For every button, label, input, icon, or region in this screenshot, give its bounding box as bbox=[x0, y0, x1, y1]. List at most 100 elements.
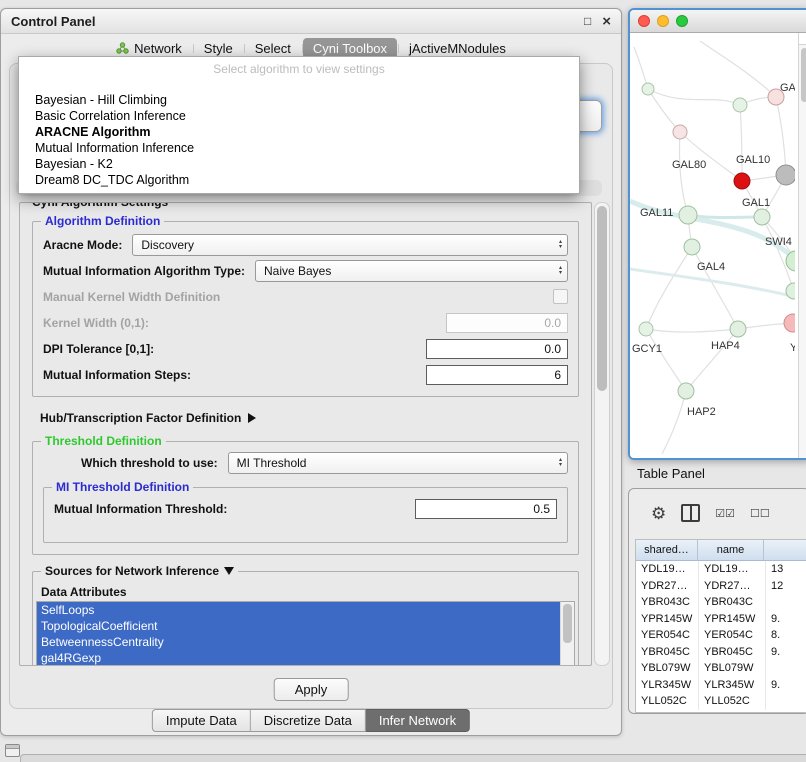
mi-steps-field[interactable]: 6 bbox=[426, 365, 568, 385]
dpi-tolerance-label: DPI Tolerance [0,1]: bbox=[43, 342, 154, 356]
which-threshold-select[interactable]: MI Threshold ▴▾ bbox=[228, 452, 568, 474]
cyni-algorithm-settings-title: Cyni Algorithm Settings bbox=[28, 202, 172, 209]
apply-button[interactable]: Apply bbox=[274, 678, 349, 701]
settings-vertical-scrollbar[interactable] bbox=[594, 202, 610, 666]
deselect-all-checkboxes-icon[interactable]: ☐☐ bbox=[750, 507, 770, 520]
table-row[interactable]: YBR043CYBR043C bbox=[636, 594, 806, 611]
table-row[interactable]: YLL052CYLL052C bbox=[636, 693, 806, 710]
table-row[interactable]: YER054CYER054C8. bbox=[636, 627, 806, 644]
columns-icon[interactable] bbox=[681, 504, 700, 522]
data-attribute-item[interactable]: SelfLoops bbox=[37, 602, 561, 618]
algorithm-option[interactable]: Mutual Information Inference bbox=[19, 140, 579, 156]
sources-group: Sources for Network Inference Data Attri… bbox=[32, 571, 579, 666]
network-edge[interactable] bbox=[646, 329, 686, 391]
table-row[interactable]: YDL19…YDL19…13 bbox=[636, 561, 806, 578]
network-edge[interactable] bbox=[686, 329, 738, 391]
network-edge[interactable] bbox=[680, 132, 742, 181]
manual-kernel-row: Manual Kernel Width Definition bbox=[43, 284, 568, 309]
network-node[interactable] bbox=[642, 83, 654, 95]
network-edge[interactable] bbox=[692, 247, 738, 329]
aracne-mode-select[interactable]: Discovery ▴▾ bbox=[132, 234, 568, 256]
table-row[interactable]: YLR345WYLR345W9. bbox=[636, 677, 806, 694]
network-node[interactable] bbox=[673, 125, 687, 139]
algorithm-definition-title: Algorithm Definition bbox=[41, 214, 164, 228]
list-vertical-scrollbar[interactable] bbox=[560, 602, 574, 666]
network-node[interactable] bbox=[776, 165, 795, 185]
data-attribute-item[interactable]: BetweennessCentrality bbox=[37, 634, 561, 650]
column-header-extra[interactable] bbox=[764, 540, 806, 560]
mi-algorithm-type-label: Mutual Information Algorithm Type: bbox=[43, 264, 245, 278]
network-node-label: GAL bbox=[780, 82, 795, 94]
network-node[interactable] bbox=[639, 322, 653, 336]
float-window-icon[interactable]: □ bbox=[584, 15, 591, 27]
algorithm-option[interactable]: Bayesian - Hill Climbing bbox=[19, 92, 579, 108]
network-node[interactable] bbox=[679, 206, 697, 224]
table-cell: YBR043C bbox=[699, 594, 766, 611]
close-traffic-light-icon[interactable] bbox=[638, 15, 650, 27]
hub-definition-toggle[interactable]: Hub/Transcription Factor Definition bbox=[40, 411, 591, 425]
network-node[interactable] bbox=[733, 98, 747, 112]
network-node[interactable] bbox=[734, 173, 750, 189]
column-header-name[interactable]: name bbox=[698, 540, 764, 560]
network-node[interactable] bbox=[754, 209, 770, 225]
data-attributes-list[interactable]: SelfLoopsTopologicalCoefficientBetweenne… bbox=[36, 601, 575, 666]
scrollbar-thumb[interactable] bbox=[597, 206, 607, 391]
data-attribute-item[interactable]: gal4RGexp bbox=[37, 650, 561, 666]
network-edge[interactable] bbox=[646, 329, 738, 332]
bottom-tab-impute-data[interactable]: Impute Data bbox=[152, 709, 251, 732]
network-edge[interactable] bbox=[634, 47, 648, 89]
zoom-traffic-light-icon[interactable] bbox=[676, 15, 688, 27]
network-edge[interactable] bbox=[700, 41, 776, 97]
manual-kernel-checkbox[interactable] bbox=[553, 289, 568, 304]
mi-threshold-field[interactable]: 0.5 bbox=[415, 499, 557, 519]
close-window-icon[interactable]: × bbox=[602, 14, 611, 29]
table-row[interactable]: YBR045CYBR045C9. bbox=[636, 644, 806, 661]
table-row[interactable]: YPR145WYPR145W9. bbox=[636, 611, 806, 628]
collapsed-panel-icon[interactable] bbox=[5, 744, 20, 757]
network-edge[interactable] bbox=[679, 132, 688, 215]
network-edge[interactable] bbox=[776, 97, 786, 175]
table-cell: YBR043C bbox=[636, 594, 699, 611]
kernel-width-label: Kernel Width (0,1): bbox=[43, 316, 149, 330]
network-node[interactable] bbox=[678, 383, 694, 399]
select-all-checkboxes-icon[interactable]: ☑☑ bbox=[715, 507, 735, 520]
gear-icon[interactable]: ⚙ bbox=[651, 505, 666, 522]
network-node-label: GAL4 bbox=[697, 261, 725, 273]
network-canvas[interactable]: GALGAL80GAL10GAL11GAL1SWI4GAL4GCY1HAP4HA… bbox=[630, 33, 806, 458]
mi-algorithm-type-select[interactable]: Naive Bayes ▴▾ bbox=[255, 260, 568, 282]
table-row[interactable]: YBL079WYBL079W bbox=[636, 660, 806, 677]
control-panel-window: Control Panel □ × NetworkStyleSelectCyni… bbox=[0, 8, 622, 736]
data-attribute-item[interactable]: TopologicalCoefficient bbox=[37, 618, 561, 634]
tab-label: Network bbox=[134, 41, 182, 56]
network-window-titlebar[interactable] bbox=[630, 10, 806, 33]
column-header-shared[interactable]: shared… bbox=[636, 540, 698, 560]
network-node[interactable] bbox=[784, 314, 795, 332]
network-edge[interactable] bbox=[662, 391, 686, 454]
algorithm-option[interactable]: Basic Correlation Inference bbox=[19, 108, 579, 124]
algorithm-option[interactable]: Bayesian - K2 bbox=[19, 156, 579, 172]
network-node[interactable] bbox=[684, 239, 700, 255]
dpi-tolerance-field[interactable]: 0.0 bbox=[426, 339, 568, 359]
scrollbar-thumb[interactable] bbox=[801, 48, 806, 102]
network-edge[interactable] bbox=[646, 247, 692, 329]
table-row[interactable]: YDR27…YDR27…12 bbox=[636, 578, 806, 595]
network-node[interactable] bbox=[730, 321, 746, 337]
network-node-label: HAP4 bbox=[711, 340, 740, 352]
network-edge[interactable] bbox=[648, 89, 740, 105]
scrollbar-thumb[interactable] bbox=[563, 604, 572, 643]
bottom-tab-infer-network[interactable]: Infer Network bbox=[366, 709, 470, 732]
minimize-traffic-light-icon[interactable] bbox=[657, 15, 669, 27]
network-edge[interactable] bbox=[688, 215, 762, 218]
node-table: shared… name YDL19…YDL19…13YDR27…YDR27…1… bbox=[635, 539, 806, 713]
bottom-panel-edge[interactable] bbox=[20, 754, 806, 762]
algorithm-option[interactable]: Dream8 DC_TDC Algorithm bbox=[19, 172, 579, 188]
sources-toggle[interactable]: Sources for Network Inference bbox=[41, 564, 238, 578]
network-edge[interactable] bbox=[740, 105, 742, 181]
table-cell bbox=[766, 660, 806, 677]
network-vertical-scrollbar[interactable] bbox=[798, 33, 806, 458]
scrollbar-button[interactable] bbox=[799, 33, 806, 45]
table-panel-title: Table Panel bbox=[637, 466, 705, 481]
bottom-tab-discretize-data[interactable]: Discretize Data bbox=[251, 709, 366, 732]
network-view-window: GALGAL80GAL10GAL11GAL1SWI4GAL4GCY1HAP4HA… bbox=[628, 8, 806, 460]
algorithm-option[interactable]: ARACNE Algorithm bbox=[19, 124, 579, 140]
